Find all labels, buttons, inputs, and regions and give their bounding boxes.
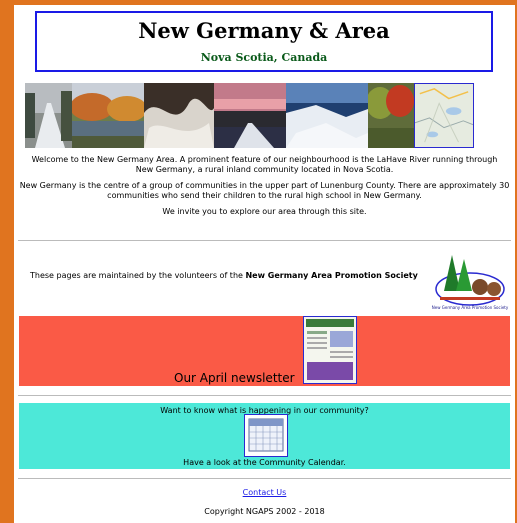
calendar-banner[interactable]: Want to know what is happening in our co… <box>19 403 510 469</box>
newsletter-banner[interactable]: Our April newsletter <box>19 316 510 386</box>
society-name: New Germany Area Promotion Society <box>245 271 418 280</box>
photo-strip <box>25 83 502 148</box>
intro-section: Welcome to the New Germany Area. A promi… <box>14 155 515 223</box>
site-subtitle: Nova Scotia, Canada <box>200 51 328 64</box>
contact-link[interactable]: Contact Us <box>14 488 515 497</box>
divider <box>18 478 511 479</box>
copyright-text: Copyright NGAPS 2002 - 2018 <box>204 507 325 516</box>
waterfall-photo[interactable] <box>144 83 214 148</box>
area-map-photo[interactable] <box>414 83 474 148</box>
intro-paragraph-2: New Germany is the centre of a group of … <box>19 181 510 200</box>
footer: Contact Us Copyright NGAPS 2002 - 2018 <box>14 488 515 516</box>
page-content: New Germany & Area Nova Scotia, Canada W… <box>14 5 515 523</box>
newsletter-link[interactable]: Our April newsletter <box>174 371 295 385</box>
autumn-trees-photo[interactable] <box>368 83 414 148</box>
intro-paragraph-1: Welcome to the New Germany Area. A promi… <box>31 155 498 174</box>
divider <box>18 240 511 241</box>
divider <box>18 395 511 396</box>
calendar-icon[interactable] <box>244 414 288 457</box>
icy-river-photo[interactable] <box>286 83 368 148</box>
ngaps-logo: New Germany Area Promotion Society <box>430 251 510 311</box>
logo-caption: New Germany Area Promotion Society <box>432 305 509 310</box>
snowy-road-photo[interactable] <box>25 83 72 148</box>
sunset-road-photo[interactable] <box>214 83 286 148</box>
maintainers-section: These pages are maintained by the volunt… <box>14 251 515 310</box>
site-title: New Germany & Area <box>138 18 390 43</box>
maintainers-text: These pages are maintained by the volunt… <box>30 271 418 280</box>
calendar-link[interactable]: Have a look at the Community Calendar. <box>19 458 510 467</box>
autumn-river-photo[interactable] <box>72 83 144 148</box>
intro-paragraph-3: We invite you to explore our area throug… <box>162 207 367 216</box>
site-header: New Germany & Area Nova Scotia, Canada <box>35 11 493 72</box>
maintainers-label: These pages are maintained by the volunt… <box>30 271 246 280</box>
newsletter-thumbnail[interactable] <box>303 316 357 384</box>
